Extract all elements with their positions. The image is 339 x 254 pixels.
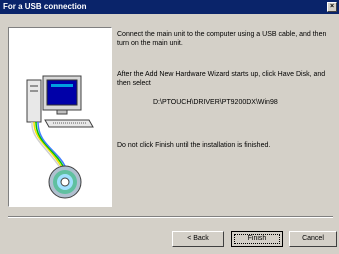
window-title: For a USB connection bbox=[3, 2, 87, 11]
cancel-button[interactable]: Cancel bbox=[289, 231, 337, 247]
illustration-panel bbox=[8, 27, 112, 207]
title-bar: For a USB connection × bbox=[0, 0, 339, 14]
step1-text: Connect the main unit to the computer us… bbox=[117, 31, 327, 47]
step3-text: Do not click Finish until the installati… bbox=[117, 142, 271, 149]
close-icon: × bbox=[329, 3, 335, 10]
usb-connection-dialog: For a USB connection × Connect the main … bbox=[0, 0, 339, 254]
finish-button-label: Finish bbox=[247, 235, 267, 242]
close-button[interactable]: × bbox=[327, 2, 337, 12]
finish-button[interactable]: Finish bbox=[231, 231, 283, 247]
cancel-button-label: Cancel bbox=[302, 235, 324, 242]
cd-rom-icon bbox=[48, 165, 82, 199]
back-button-label: < Back bbox=[187, 235, 209, 242]
usb-cable-icon bbox=[31, 121, 66, 167]
driver-path: D:\PTOUCH\DRIVER\PT9200DX\Win98 bbox=[153, 99, 278, 106]
back-button[interactable]: < Back bbox=[172, 231, 224, 247]
computer-icon bbox=[26, 75, 94, 128]
separator bbox=[8, 216, 333, 218]
step2-text: After the Add New Hardware Wizard starts… bbox=[117, 71, 326, 87]
